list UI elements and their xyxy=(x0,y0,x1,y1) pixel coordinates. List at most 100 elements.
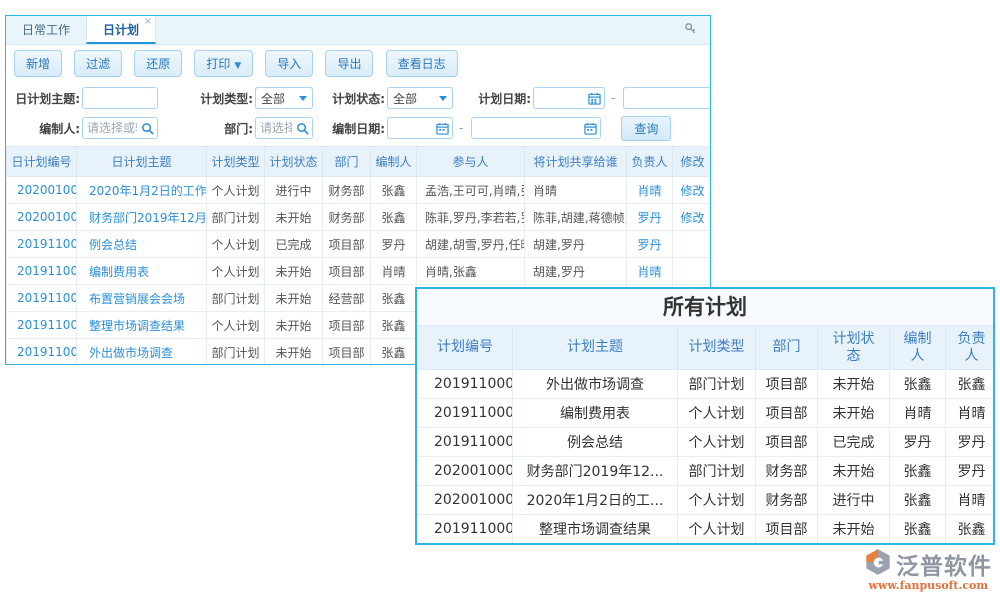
cell: 2020010001 xyxy=(418,457,513,486)
calendar-icon[interactable] xyxy=(436,122,449,135)
brand-name: 泛普软件 xyxy=(896,547,992,581)
subject-input[interactable] xyxy=(83,88,157,108)
plan-date-from-input[interactable] xyxy=(534,88,588,108)
cell-link[interactable]: 2019110003 xyxy=(7,285,77,312)
filter-button[interactable]: 过滤 xyxy=(74,50,122,77)
cell-link[interactable]: 例会总结 xyxy=(77,231,207,258)
cell: 项目部 xyxy=(756,370,818,399)
create-date-from-input[interactable] xyxy=(388,118,436,138)
creator-picker[interactable] xyxy=(82,117,158,139)
cell-link[interactable]: 布置营销展会会场 xyxy=(77,285,207,312)
cell-link[interactable]: 整理市场调查结果 xyxy=(77,312,207,339)
table-header-row: 计划编号计划主题计划类型部门计划状态编制人负责人 xyxy=(418,326,996,370)
cell: 肖晴 xyxy=(946,486,996,515)
close-icon[interactable]: × xyxy=(144,17,152,27)
create-date-from[interactable] xyxy=(387,117,453,139)
cell-link[interactable]: 2019110002 xyxy=(7,312,77,339)
dept-input[interactable] xyxy=(256,118,296,138)
cell: 胡建,罗丹 xyxy=(525,258,627,285)
cell: 项目部 xyxy=(323,258,371,285)
export-button[interactable]: 导出 xyxy=(325,50,373,77)
key-icon[interactable] xyxy=(683,21,698,40)
create-date-to[interactable] xyxy=(471,117,601,139)
cell-link[interactable]: 2020年1月2日的工作日... xyxy=(77,177,207,204)
status-label: 计划状态: xyxy=(313,90,385,107)
cell-link[interactable]: 2019110004 xyxy=(7,258,77,285)
cell: 张鑫 xyxy=(371,204,417,231)
cell: 项目部 xyxy=(323,339,371,366)
cell-link[interactable]: 编制费用表 xyxy=(77,258,207,285)
view-log-button[interactable]: 查看日志 xyxy=(386,50,458,77)
cell: 个人计划 xyxy=(207,258,265,285)
cell-link[interactable]: 2019110001 xyxy=(7,339,77,366)
plan-date-from[interactable] xyxy=(533,87,605,109)
cell-link[interactable]: 罗丹 xyxy=(627,204,673,231)
cell: 张鑫 xyxy=(371,285,417,312)
cell: 胡建,胡雪,罗丹,任晓... xyxy=(417,231,525,258)
cell: 张鑫 xyxy=(890,486,946,515)
cell: 部门计划 xyxy=(678,457,756,486)
tab-daily-work[interactable]: 日常工作 xyxy=(6,16,86,44)
cell-link[interactable]: 修改 xyxy=(673,177,712,204)
cell: 项目部 xyxy=(323,312,371,339)
chevron-down-icon xyxy=(439,96,447,105)
calendar-icon[interactable] xyxy=(588,92,601,105)
status-select[interactable]: 全部 xyxy=(387,87,453,109)
cell: 未开始 xyxy=(818,515,890,544)
cell: 个人计划 xyxy=(207,312,265,339)
cell: 肖晴 xyxy=(946,399,996,428)
cell: 肖晴,张鑫 xyxy=(417,258,525,285)
type-label: 计划类型: xyxy=(158,90,253,107)
cell-link[interactable]: 肖晴 xyxy=(627,177,673,204)
table-row: 2019110004编制费用表个人计划项目部未开始肖晴肖晴 xyxy=(418,399,996,428)
cell: 项目部 xyxy=(756,515,818,544)
cell: 财务部 xyxy=(323,204,371,231)
brand-logo: 泛普软件 www.fanpusoft.com xyxy=(864,547,992,592)
cell: 胡建,罗丹 xyxy=(525,231,627,258)
column-header: 部门 xyxy=(756,326,818,370)
fanpu-logo-icon xyxy=(864,548,892,580)
cell: 个人计划 xyxy=(678,428,756,457)
subject-label: 日计划主题: xyxy=(14,90,80,107)
cell-link[interactable]: 外出做市场调查 xyxy=(77,339,207,366)
cell-link[interactable]: 2020010001 xyxy=(7,204,77,231)
cell-link[interactable]: 修改 xyxy=(673,204,712,231)
cell: 张鑫 xyxy=(890,515,946,544)
column-header: 负责人 xyxy=(627,147,673,177)
plan-date-to-input[interactable] xyxy=(624,88,710,108)
table-row: 2019110002整理市场调查结果个人计划项目部未开始张鑫张鑫 xyxy=(418,515,996,544)
cell-link[interactable]: 罗丹 xyxy=(627,231,673,258)
add-button[interactable]: 新增 xyxy=(14,50,62,77)
tab-daily-plan[interactable]: 日计划 × xyxy=(86,16,156,44)
cell: 罗丹 xyxy=(371,231,417,258)
dept-picker[interactable] xyxy=(255,117,313,139)
query-button[interactable]: 查询 xyxy=(621,116,671,141)
cell-link[interactable]: 肖晴 xyxy=(627,258,673,285)
column-header: 将计划共享给谁 xyxy=(525,147,627,177)
cell: 张鑫 xyxy=(946,370,996,399)
restore-button[interactable]: 还原 xyxy=(134,50,182,77)
print-button[interactable]: 打印▼ xyxy=(194,50,253,77)
type-select[interactable]: 全部 xyxy=(255,87,313,109)
cell: 陈菲,罗丹,李若若,罗... xyxy=(417,204,525,231)
date-range-separator: - xyxy=(611,91,615,105)
search-icon[interactable] xyxy=(296,122,309,135)
cell-link[interactable]: 2020010002 xyxy=(7,177,77,204)
filter-row-1: 日计划主题: 计划类型: 全部 计划状态: 全部 计划日期: - xyxy=(6,85,710,111)
subject-input-wrap xyxy=(82,87,158,109)
creator-input[interactable] xyxy=(83,118,141,138)
column-header: 计划状态 xyxy=(818,326,890,370)
cell: 已完成 xyxy=(818,428,890,457)
cell-link[interactable]: 2019110005 xyxy=(7,231,77,258)
calendar-icon[interactable] xyxy=(584,122,597,135)
column-header: 编制人 xyxy=(371,147,417,177)
search-icon[interactable] xyxy=(141,122,154,135)
cell xyxy=(673,231,712,258)
plan-date-to[interactable] xyxy=(623,87,711,109)
import-button[interactable]: 导入 xyxy=(265,50,313,77)
table-row: 20200100022020年1月2日的工...个人计划财务部进行中张鑫肖晴 xyxy=(418,486,996,515)
table-row: 2019110001外出做市场调查部门计划项目部未开始张鑫张鑫 xyxy=(418,370,996,399)
cell: 个人计划 xyxy=(207,177,265,204)
cell-link[interactable]: 财务部门2019年12月的... xyxy=(77,204,207,231)
create-date-to-input[interactable] xyxy=(472,118,584,138)
